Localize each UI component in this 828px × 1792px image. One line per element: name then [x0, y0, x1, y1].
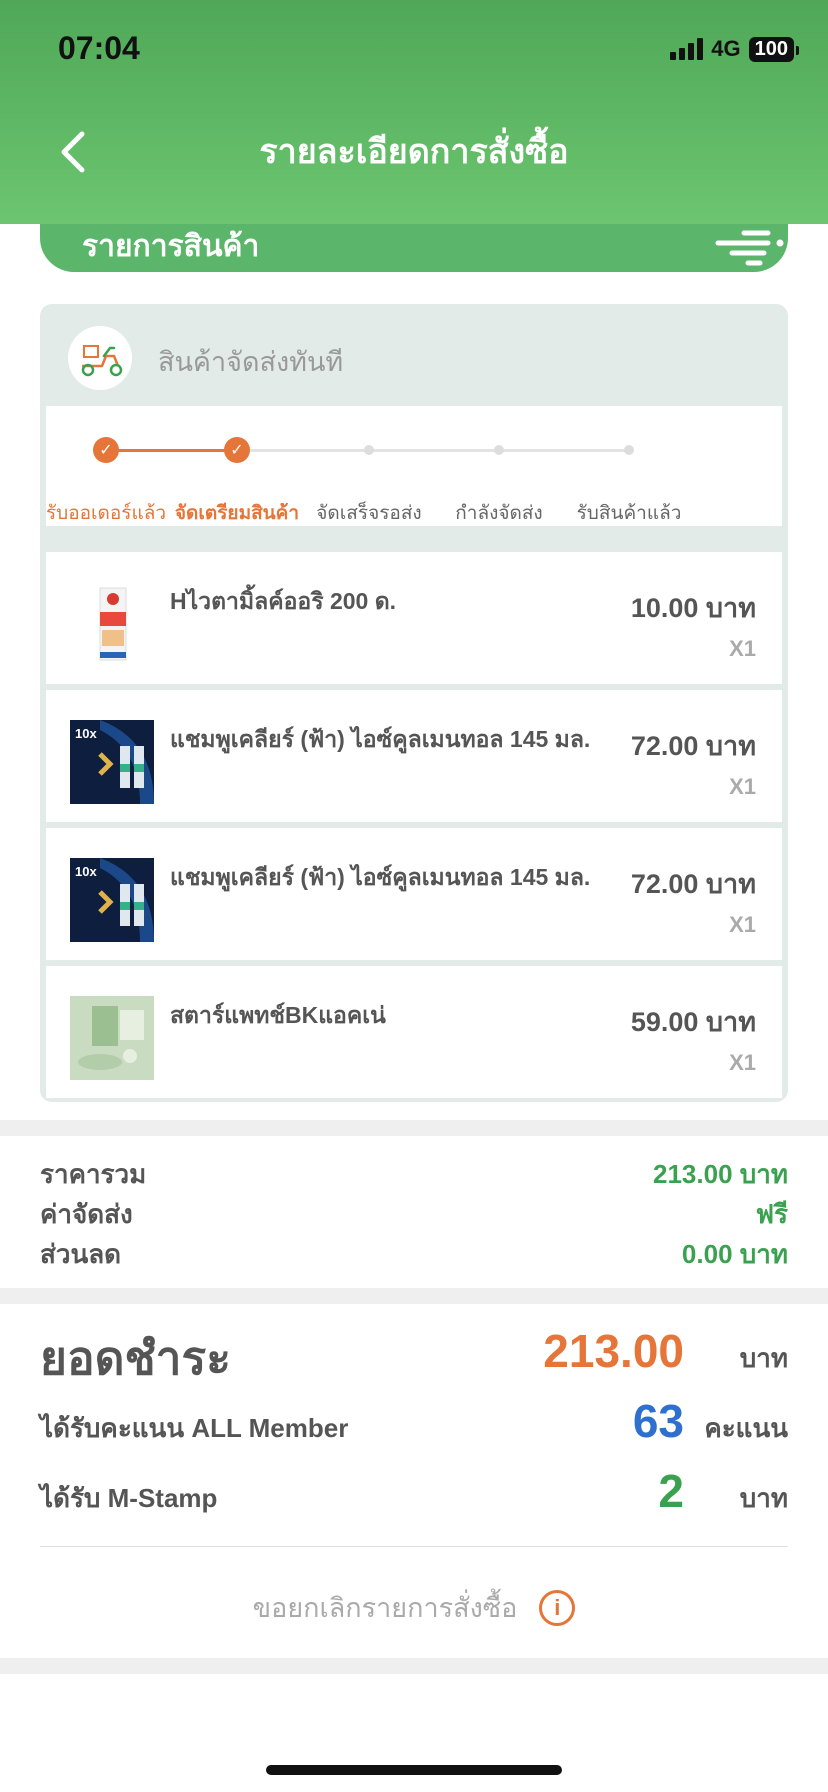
item-name: แชมพูเคลียร์ (ฟ้า) ไอซ์คูลเมนทอล 145 มล.	[170, 864, 591, 890]
milk-carton-image	[70, 582, 154, 666]
step-2-check-icon: ✓	[224, 437, 250, 463]
shipping-fee-label: ค่าจัดส่ง	[40, 1199, 133, 1229]
item-price: 10.00 บาท	[630, 593, 756, 623]
item-quantity: X1	[729, 912, 756, 937]
battery-icon: 100	[748, 36, 800, 62]
cancel-order-label: ขอยกเลิกรายการสั่งซื้อ	[252, 1593, 518, 1623]
step-5-dot	[624, 445, 634, 455]
mstamp-value: 2	[658, 1465, 684, 1517]
subtotal-label: ราคารวม	[40, 1159, 147, 1189]
step-3-dot	[364, 445, 374, 455]
svg-text:10x: 10x	[75, 726, 97, 741]
shampoo-image: 10x	[70, 720, 154, 804]
step-label: รับสินค้าแล้ว	[576, 503, 682, 524]
step-4-dot	[494, 445, 504, 455]
order-item[interactable]: สตาร์แพทช์BKแอคเน่ 59.00 บาท X1	[46, 966, 782, 1098]
progress-line-pending	[243, 449, 629, 452]
total-payment-amount: 213.00	[543, 1325, 684, 1377]
home-indicator[interactable]	[266, 1765, 562, 1775]
section-divider	[0, 1120, 828, 1136]
item-quantity: X1	[729, 1050, 756, 1075]
section-divider	[0, 1658, 828, 1674]
order-item[interactable]: Hไวตามิ้ลค์ออริ 200 ด. 10.00 บาท X1	[46, 552, 782, 684]
svg-text:10x: 10x	[75, 864, 97, 879]
subtotal-value: 213.00 บาท	[653, 1159, 788, 1189]
app-header: 07:04 4G 100 รายละเอียดการสั่งซื้อ	[0, 0, 828, 224]
page-title: รายละเอียดการสั่งซื้อ	[259, 133, 569, 171]
member-points-unit: คะแนน	[704, 1413, 788, 1443]
shampoo-image: 10x	[70, 858, 154, 942]
step-1-check-icon: ✓	[93, 437, 119, 463]
network-type: 4G	[711, 36, 741, 61]
discount-value: 0.00 บาท	[681, 1239, 788, 1269]
item-quantity: X1	[729, 636, 756, 661]
mstamp-label: ได้รับ M-Stamp	[40, 1483, 218, 1513]
speed-lines-icon	[715, 230, 784, 266]
order-item[interactable]: 10x แชมพูเคลียร์ (ฟ้า) ไอซ์คูลเมนทอล 145…	[46, 690, 782, 822]
step-label: กำลังจัดส่ง	[455, 503, 543, 524]
acne-patch-image	[70, 996, 154, 1080]
status-time: 07:04	[58, 30, 140, 66]
member-points-label: ได้รับคะแนน ALL Member	[40, 1413, 349, 1443]
item-name: Hไวตามิ้ลค์ออริ 200 ด.	[170, 588, 397, 614]
shipping-fee-value: ฟรี	[755, 1199, 788, 1229]
order-item[interactable]: 10x แชมพูเคลียร์ (ฟ้า) ไอซ์คูลเมนทอล 145…	[46, 828, 782, 960]
item-price: 59.00 บาท	[630, 1007, 756, 1037]
shipping-type-label: สินค้าจัดส่งทันที	[158, 347, 344, 377]
section-title: รายการสินค้า	[82, 230, 260, 263]
item-quantity: X1	[729, 774, 756, 799]
order-card: สินค้าจัดส่งทันที ✓ ✓ รับออเดอร์แล้ว จัด…	[40, 304, 788, 1102]
section-divider	[0, 1288, 828, 1304]
order-progress-tracker: ✓ ✓ รับออเดอร์แล้ว จัดเตรียมสินค้า จัดเส…	[46, 406, 782, 526]
item-name: แชมพูเคลียร์ (ฟ้า) ไอซ์คูลเมนทอล 145 มล.	[170, 726, 591, 752]
signal-icon	[670, 38, 704, 60]
item-name: สตาร์แพทช์BKแอคเน่	[170, 1002, 386, 1028]
mstamp-unit: บาท	[739, 1483, 788, 1513]
total-payment-label: ยอดชำระ	[40, 1332, 231, 1384]
scooter-icon	[68, 326, 132, 390]
step-label: รับออเดอร์แล้ว	[45, 503, 167, 524]
divider	[40, 1546, 788, 1547]
total-payment-unit: บาท	[739, 1343, 788, 1373]
cancel-order-button[interactable]: ขอยกเลิกรายการสั่งซื้อ i	[0, 1586, 828, 1629]
member-points-value: 63	[632, 1395, 684, 1447]
discount-label: ส่วนลด	[40, 1239, 122, 1269]
item-price: 72.00 บาท	[630, 731, 756, 761]
info-icon[interactable]: i	[539, 1589, 576, 1626]
step-label: จัดเสร็จรอส่ง	[316, 503, 422, 524]
step-label: จัดเตรียมสินค้า	[174, 503, 300, 524]
item-price: 72.00 บาท	[630, 869, 756, 899]
status-icons: 4G 100	[670, 36, 800, 62]
